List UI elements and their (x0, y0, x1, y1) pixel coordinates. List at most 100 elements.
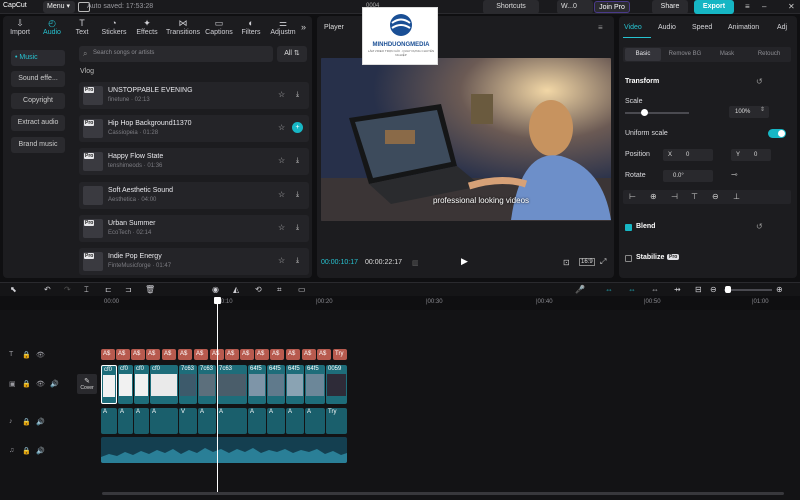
audio-clip[interactable]: A (118, 408, 133, 434)
tab-adjust[interactable]: Adj (777, 24, 787, 31)
audio-clip[interactable]: V (179, 408, 197, 434)
tab-speed[interactable]: Speed (692, 24, 712, 31)
add-to-timeline-icon[interactable]: + (292, 122, 303, 133)
text-clip[interactable]: A$ (146, 349, 160, 360)
video-clip[interactable]: cf0 (150, 365, 178, 404)
text-clip[interactable]: A$ (162, 349, 176, 360)
tab-adjustment[interactable]: ⚌ Adjustm (267, 16, 299, 40)
fullscreen-icon[interactable]: ⤢ (600, 257, 606, 267)
zoom-in-icon[interactable]: ⊕ (776, 285, 783, 294)
favorite-icon[interactable]: ☆ (278, 190, 285, 199)
sidebar-item-sound-effects[interactable]: Sound effe... (11, 71, 65, 87)
rotate-dial-icon[interactable]: ⊸ (731, 170, 738, 179)
align-center-icon[interactable]: ⊕ (650, 192, 657, 201)
minimize-icon[interactable]: – (762, 2, 766, 11)
reset-icon[interactable]: ↺ (756, 77, 763, 86)
mute-icon[interactable]: 🔊 (50, 380, 59, 388)
video-clip[interactable]: 64f5 (305, 365, 325, 404)
subtab-retouch[interactable]: Retouch (749, 48, 789, 61)
rotate-field[interactable]: 0.0° (663, 170, 713, 182)
text-clip[interactable]: A$ (240, 349, 254, 360)
zoom-fit-icon[interactable]: ⊟ (695, 285, 702, 294)
zoom-out-icon[interactable]: ⊖ (710, 285, 717, 294)
align-bottom-icon[interactable]: ⊥ (733, 192, 740, 201)
favorite-icon[interactable]: ☆ (278, 223, 285, 232)
visibility-icon[interactable]: 👁 (36, 351, 45, 359)
uniform-scale-toggle[interactable] (768, 129, 786, 138)
audio-clip[interactable]: Try (326, 408, 347, 434)
mirror-icon[interactable]: ◭ (233, 285, 239, 294)
text-clip[interactable]: A$ (317, 349, 331, 360)
subtab-mask[interactable]: Mask (709, 48, 745, 61)
text-clip[interactable]: A$ (101, 349, 115, 360)
caption-icon[interactable]: ▭ (298, 285, 306, 294)
list-item[interactable]: Pro Indie Pop Energy FinteMusicforge · 0… (79, 248, 309, 275)
rotate-icon[interactable]: ⟲ (255, 285, 262, 294)
list-item[interactable]: Pro Urban Summer EcoTech · 02:14 ☆ ⤓ (79, 215, 309, 242)
download-icon[interactable]: ⤓ (292, 189, 303, 200)
video-clip[interactable]: cf0 (118, 365, 133, 404)
menu-lines-icon[interactable]: ≡ (745, 2, 750, 11)
audio-clip[interactable]: A (198, 408, 216, 434)
list-item[interactable]: Pro Happy Flow State tenshimeods · 01:36… (79, 148, 309, 175)
text-clip[interactable]: A$ (178, 349, 192, 360)
position-y-field[interactable]: Y0 (731, 149, 771, 161)
text-clip[interactable]: Try (333, 349, 347, 360)
tab-stickers[interactable]: ◔ Stickers (99, 16, 129, 40)
timeline-ruler[interactable]: 00:00 |00:10 |00:20 |00:30 |00:40 |00:50… (100, 297, 800, 309)
favorite-icon[interactable]: ☆ (278, 123, 285, 132)
undo-icon[interactable]: ↶ (44, 285, 51, 294)
audio-clip[interactable]: A (101, 408, 117, 434)
video-clip[interactable]: cf0 (134, 365, 149, 404)
download-icon[interactable]: ⤓ (292, 89, 303, 100)
audio-clip[interactable]: A (305, 408, 325, 434)
align-left-icon[interactable]: ⊢ (629, 192, 636, 201)
position-x-field[interactable]: X0 (663, 149, 713, 161)
tab-transitions[interactable]: ⋈ Transitions (164, 16, 202, 40)
split-left-icon[interactable]: ⊏ (105, 285, 112, 294)
audio-clip[interactable]: A (267, 408, 285, 434)
download-icon[interactable]: ⤓ (292, 155, 303, 166)
subtab-remove-bg[interactable]: Remove BG (665, 48, 705, 61)
split-icon[interactable]: ⌶ (84, 285, 89, 295)
shortcuts-button[interactable]: Shortcuts (483, 0, 539, 14)
subtab-basic[interactable]: Basic (625, 48, 661, 61)
redo-icon[interactable]: ↷ (64, 285, 71, 294)
player-menu-icon[interactable]: ≡ (598, 23, 603, 32)
favorite-icon[interactable]: ☆ (278, 90, 285, 99)
text-clip[interactable]: A$ (286, 349, 300, 360)
text-clip[interactable]: A$ (225, 349, 239, 360)
microphone-icon[interactable]: 🎤 (575, 285, 585, 294)
freeze-frame-icon[interactable]: ◉ (212, 285, 219, 294)
split-right-icon[interactable]: ⊐ (125, 285, 132, 294)
download-icon[interactable]: ⤓ (292, 222, 303, 233)
link-icon[interactable]: ⇔ (605, 285, 613, 294)
video-clip[interactable]: 64f5 (286, 365, 304, 404)
cover-button[interactable]: ✎ Cover (77, 374, 97, 394)
tab-import[interactable]: ⇩ Import (5, 16, 35, 40)
magnet-icon[interactable]: ⇔ (628, 285, 636, 294)
visibility-icon[interactable]: 👁 (36, 380, 45, 388)
tab-text[interactable]: T Text (71, 16, 93, 40)
zoom-slider[interactable] (724, 289, 772, 291)
filter-all-button[interactable]: All ⇅ (277, 46, 307, 62)
share-button[interactable]: Share (652, 0, 688, 14)
grid-icon[interactable]: ▥ (412, 259, 419, 267)
horizontal-scrollbar[interactable] (102, 492, 784, 495)
preview-axis-icon[interactable]: ⇸ (674, 285, 681, 294)
audio-clip[interactable]: A (286, 408, 304, 434)
playhead[interactable] (214, 297, 221, 492)
mute-icon[interactable]: 🔊 (36, 418, 45, 426)
close-icon[interactable]: ✕ (788, 2, 795, 11)
video-clip[interactable]: 64f5 (248, 365, 266, 404)
download-icon[interactable]: ⤓ (292, 255, 303, 266)
snap-icon[interactable]: ⇔ (651, 285, 659, 294)
zoom-slider-handle[interactable] (725, 286, 731, 293)
delete-icon[interactable]: 🗑 (145, 285, 155, 294)
text-clip[interactable]: A$ (131, 349, 145, 360)
list-item[interactable]: Soft Aesthetic Sound Aesthetica · 04:00 … (79, 182, 309, 209)
blend-checkbox[interactable] (625, 224, 632, 231)
video-preview[interactable]: professional looking videos (321, 58, 611, 221)
audio-clip[interactable]: A (134, 408, 149, 434)
export-button[interactable]: Export (694, 0, 734, 14)
